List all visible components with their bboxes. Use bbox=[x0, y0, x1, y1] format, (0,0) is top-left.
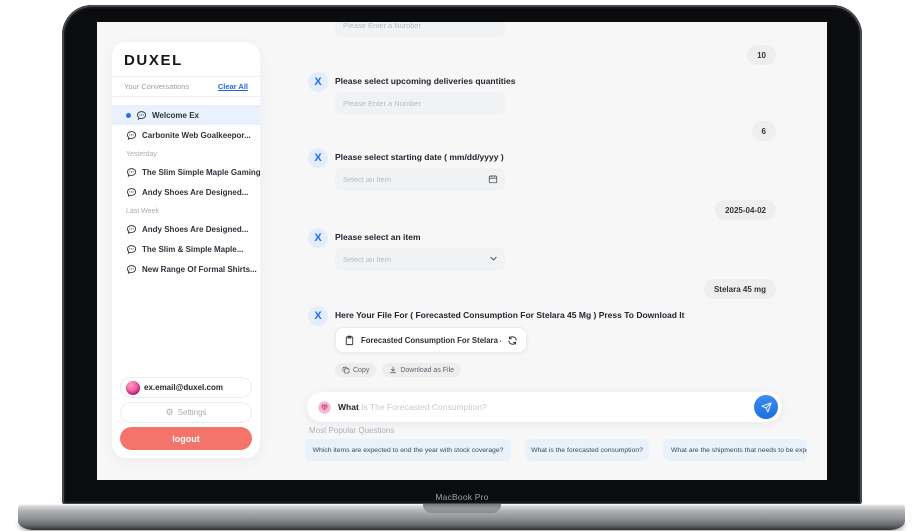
settings-button[interactable]: ⚙ Settings bbox=[120, 402, 252, 423]
download-file-chip[interactable]: Forecasted Consumption For Stelara 45 Mg bbox=[335, 327, 527, 353]
suggestion-text: Is The Forecasted Consumption? bbox=[359, 402, 487, 412]
conversation-title: New Range Of Formal Shirts... bbox=[142, 265, 257, 274]
conversation-title: The Slim Simple Maple Gaming... bbox=[142, 168, 260, 177]
conversation-title: Andy Shoes Are Designed... bbox=[142, 188, 248, 197]
bot-message-title: Please select upcoming deliveries quanti… bbox=[335, 76, 515, 86]
chat-bubble-icon bbox=[126, 130, 137, 141]
chat-bubble-icon bbox=[126, 167, 137, 178]
conversation-list: Welcome Ex Carbonite Web Goalkeepor... Y… bbox=[112, 97, 260, 279]
user-reply-bubble: 2025-04-02 bbox=[715, 200, 776, 220]
chat-bubble-icon bbox=[136, 110, 147, 121]
refresh-icon[interactable] bbox=[507, 335, 518, 346]
brain-icon bbox=[317, 400, 332, 415]
download-label: Download as File bbox=[400, 367, 454, 374]
logout-button[interactable]: logout bbox=[120, 427, 252, 450]
conversation-item[interactable]: Andy Shoes Are Designed... bbox=[112, 182, 260, 202]
app-screen: DUXEL Your Conversations Clear All Welco… bbox=[97, 22, 827, 480]
item-select-input[interactable] bbox=[335, 248, 505, 271]
user-reply-bubble: Stelara 45 mg bbox=[704, 279, 776, 299]
cropped-number-field[interactable] bbox=[335, 22, 505, 37]
bot-avatar: X bbox=[308, 228, 328, 248]
bot-message-title: Please select starting date ( mm/dd/yyyy… bbox=[335, 152, 504, 162]
item-dropdown[interactable] bbox=[335, 248, 505, 271]
gear-icon: ⚙ bbox=[166, 407, 174, 418]
quantity-input[interactable] bbox=[335, 92, 505, 115]
download-icon bbox=[389, 366, 397, 374]
conversation-item[interactable]: The Slim Simple Maple Gaming... bbox=[112, 162, 260, 182]
laptop-base-notch bbox=[423, 504, 501, 513]
conversation-item[interactable]: Carbonite Web Goalkeepor... bbox=[112, 125, 260, 145]
conversation-item[interactable]: Andy Shoes Are Designed... bbox=[112, 219, 260, 239]
composer-input[interactable]: What Is The Forecasted Consumption? bbox=[338, 402, 754, 412]
macbook-brand-label: MacBook Pro bbox=[62, 492, 862, 502]
chat-bubble-icon bbox=[126, 187, 137, 198]
message-composer[interactable]: What Is The Forecasted Consumption? bbox=[307, 392, 782, 422]
conversations-label: Your Conversations bbox=[124, 82, 189, 91]
suggested-question-chip[interactable]: Which items are expected to end the year… bbox=[305, 439, 511, 461]
unread-dot bbox=[126, 113, 131, 118]
chat-bubble-icon bbox=[126, 264, 137, 275]
file-icon bbox=[344, 335, 355, 346]
account-email: ex.email@duxel.com bbox=[144, 383, 223, 392]
account-pill[interactable]: ex.email@duxel.com bbox=[120, 377, 252, 398]
user-avatar bbox=[126, 381, 140, 395]
user-reply-bubble: 10 bbox=[747, 45, 776, 65]
conversation-item-active[interactable]: Welcome Ex bbox=[112, 105, 260, 125]
typed-text: What bbox=[338, 402, 359, 412]
section-label-yesterday: Yesterday bbox=[112, 151, 260, 158]
laptop-base-bottom bbox=[18, 521, 905, 530]
bot-avatar: X bbox=[308, 72, 328, 92]
copy-icon bbox=[342, 366, 350, 374]
clear-all-link[interactable]: Clear All bbox=[218, 82, 248, 91]
chat-bubble-icon bbox=[126, 244, 137, 255]
section-label-last-week: Last Week bbox=[112, 208, 260, 215]
user-reply-bubble: 6 bbox=[752, 121, 776, 141]
copy-label: Copy bbox=[353, 367, 369, 374]
app-logo: DUXEL bbox=[112, 42, 260, 76]
conversation-title: The Slim & Simple Maple... bbox=[142, 245, 243, 254]
suggested-question-chip[interactable]: What are the shipments that needs to be … bbox=[663, 439, 807, 461]
message-actions: Copy Download as File bbox=[335, 363, 461, 377]
chevron-down-icon bbox=[489, 254, 498, 263]
paper-plane-icon bbox=[761, 402, 772, 413]
file-name: Forecasted Consumption For Stelara 45 Mg bbox=[361, 336, 501, 345]
macbook-mockup: DUXEL Your Conversations Clear All Welco… bbox=[0, 0, 923, 531]
bot-message-title: Please select an item bbox=[335, 232, 421, 242]
download-as-file-button[interactable]: Download as File bbox=[382, 363, 461, 377]
laptop-base bbox=[18, 504, 905, 521]
conversation-title: Welcome Ex bbox=[152, 111, 199, 120]
chat-bubble-icon bbox=[126, 224, 137, 235]
bot-message-title: Here Your File For ( Forecasted Consumpt… bbox=[335, 310, 685, 320]
conversation-title: Andy Shoes Are Designed... bbox=[142, 225, 248, 234]
number-input[interactable] bbox=[335, 22, 505, 37]
suggested-questions: Which items are expected to end the year… bbox=[305, 439, 793, 461]
suggested-question-chip[interactable]: What is the forecasted consumption? bbox=[525, 439, 649, 461]
quantity-field[interactable] bbox=[335, 92, 505, 115]
popular-questions-label: Most Popular Questions bbox=[309, 426, 394, 435]
settings-label: Settings bbox=[178, 408, 207, 417]
send-button[interactable] bbox=[754, 395, 778, 419]
bot-avatar: X bbox=[308, 306, 328, 326]
conversation-item[interactable]: New Range Of Formal Shirts... bbox=[112, 259, 260, 279]
conversation-item[interactable]: The Slim & Simple Maple... bbox=[112, 239, 260, 259]
date-field[interactable] bbox=[335, 168, 505, 191]
date-input[interactable] bbox=[335, 168, 505, 191]
sidebar-footer: ex.email@duxel.com ⚙ Settings logout bbox=[120, 377, 252, 450]
sidebar: DUXEL Your Conversations Clear All Welco… bbox=[112, 42, 260, 458]
copy-button[interactable]: Copy bbox=[335, 363, 376, 377]
laptop-lid: DUXEL Your Conversations Clear All Welco… bbox=[62, 5, 862, 505]
calendar-icon[interactable] bbox=[488, 174, 498, 184]
bot-avatar: X bbox=[308, 148, 328, 168]
conversation-title: Carbonite Web Goalkeepor... bbox=[142, 131, 251, 140]
conversations-header: Your Conversations Clear All bbox=[112, 77, 260, 96]
